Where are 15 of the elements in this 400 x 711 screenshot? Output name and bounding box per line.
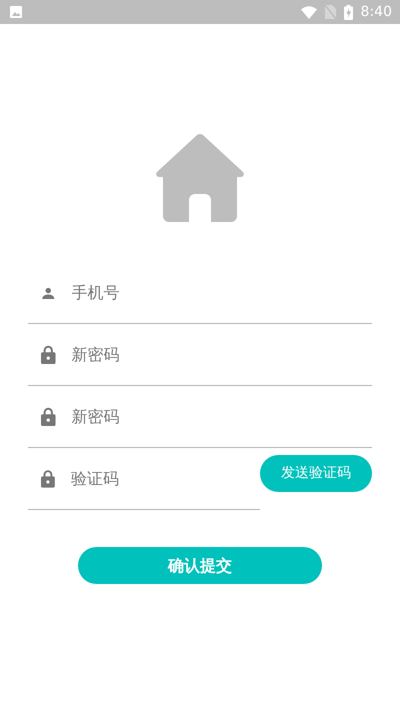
password-field[interactable]: 新密码 [72, 404, 372, 428]
send-code-button[interactable]: 发送验证码 [260, 454, 372, 492]
code-field[interactable]: 验证码 [70, 466, 260, 490]
lock-icon [41, 406, 56, 427]
status-time: 8:40 [360, 2, 392, 22]
no-sim-icon [324, 5, 336, 19]
lock-icon [41, 468, 55, 489]
phone-field[interactable]: 手机号 [72, 280, 372, 304]
wifi-icon [300, 6, 317, 18]
submit-button[interactable]: 确认提交 [78, 547, 322, 584]
battery-charging-icon [344, 4, 353, 20]
password-field[interactable]: 新密码 [72, 342, 372, 366]
lock-icon [41, 344, 56, 365]
house-icon [155, 134, 245, 222]
image-icon [10, 6, 22, 18]
